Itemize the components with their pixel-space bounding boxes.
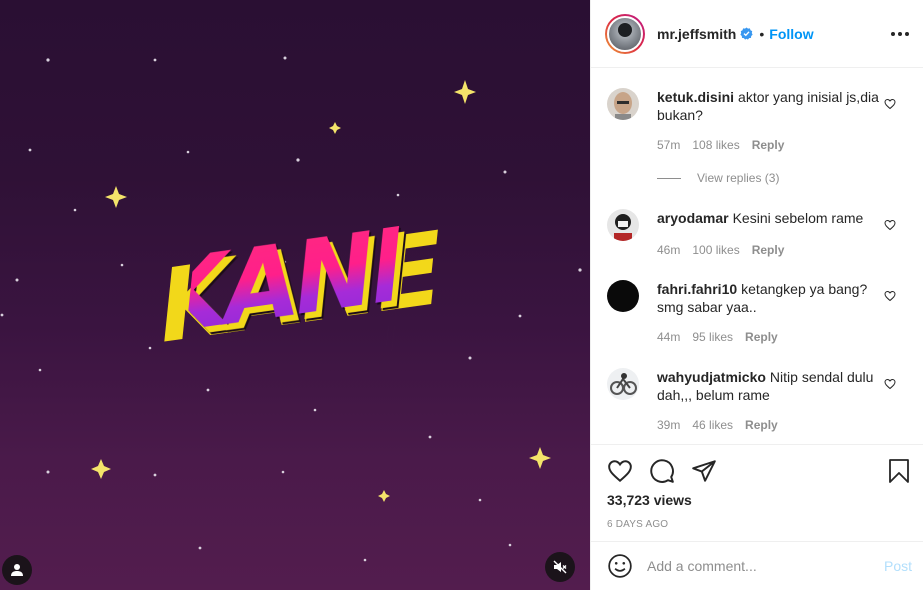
bookmark-icon[interactable] (887, 458, 911, 484)
commenter-avatar[interactable] (607, 88, 639, 120)
share-paper-plane-icon[interactable] (691, 458, 717, 484)
commenter-username[interactable]: ketuk.disini (657, 89, 734, 105)
view-replies-label[interactable]: View replies (3) (697, 171, 779, 185)
verified-badge-icon (740, 27, 753, 40)
post-header: mr.jeffsmith • Follow (591, 0, 923, 68)
comment-time[interactable]: 57m (657, 138, 680, 152)
commenter-avatar[interactable] (607, 209, 639, 241)
post-actions-bar (607, 455, 911, 487)
person-icon (11, 564, 23, 576)
author-username[interactable]: mr.jeffsmith (657, 26, 736, 42)
follow-button[interactable]: Follow (769, 26, 813, 42)
mute-toggle-button[interactable] (545, 552, 575, 582)
comment-likes[interactable]: 46 likes (692, 418, 733, 432)
commenter-username[interactable]: wahyudjatmicko (657, 369, 766, 385)
post-date[interactable]: 6 DAYS AGO (607, 519, 668, 530)
like-heart-icon[interactable] (607, 458, 633, 484)
add-comment-bar: Post (591, 541, 923, 590)
separator-dot: • (759, 25, 765, 42)
more-options-icon[interactable] (891, 31, 909, 36)
comment-likes[interactable]: 108 likes (692, 138, 739, 152)
comment-meta: 39m 46 likes Reply (657, 418, 778, 432)
post-media[interactable]: KANE KANE (0, 0, 590, 590)
commenter-avatar[interactable] (607, 368, 639, 400)
comment-meta: 57m 108 likes Reply (657, 138, 784, 152)
view-count[interactable]: 33,723 views (607, 492, 692, 508)
like-comment-heart-icon[interactable] (884, 377, 896, 393)
commenter-avatar[interactable] (607, 280, 639, 312)
reply-button[interactable]: Reply (745, 330, 778, 344)
comment-likes[interactable]: 100 likes (692, 243, 739, 257)
comment-text: Kesini sebelom rame (732, 210, 864, 226)
post-comment-button[interactable]: Post (884, 558, 912, 574)
reply-button[interactable]: Reply (752, 243, 785, 257)
comments-list[interactable]: ketuk.disini aktor yang inisial js,dia bu… (591, 69, 923, 445)
comment-time[interactable]: 39m (657, 418, 680, 432)
commenter-username[interactable]: aryodamar (657, 210, 729, 226)
view-replies-button[interactable]: View replies (3) (657, 171, 779, 185)
kane-title-artwork: KANE KANE (147, 201, 444, 367)
comment-likes[interactable]: 95 likes (692, 330, 733, 344)
comment-time[interactable]: 46m (657, 243, 680, 257)
comment-time[interactable]: 44m (657, 330, 680, 344)
comment-meta: 46m 100 likes Reply (657, 243, 784, 257)
comment-meta: 44m 95 likes Reply (657, 330, 778, 344)
like-comment-heart-icon[interactable] (884, 289, 896, 305)
comment-bubble-icon[interactable] (649, 458, 675, 484)
post-details-panel: mr.jeffsmith • Follow ketuk.disini aktor … (590, 0, 923, 590)
reply-button[interactable]: Reply (745, 418, 778, 432)
emoji-icon[interactable] (607, 553, 633, 579)
reply-button[interactable]: Reply (752, 138, 785, 152)
comment-input[interactable] (647, 558, 884, 574)
kane-title-text: KANE (147, 186, 438, 375)
commenter-username[interactable]: fahri.fahri10 (657, 281, 737, 297)
replies-divider-line (657, 177, 681, 179)
tagged-people-button[interactable] (2, 555, 32, 585)
author-avatar[interactable] (605, 13, 645, 54)
like-comment-heart-icon[interactable] (884, 97, 896, 113)
speaker-muted-icon (553, 560, 567, 574)
like-comment-heart-icon[interactable] (884, 218, 896, 234)
